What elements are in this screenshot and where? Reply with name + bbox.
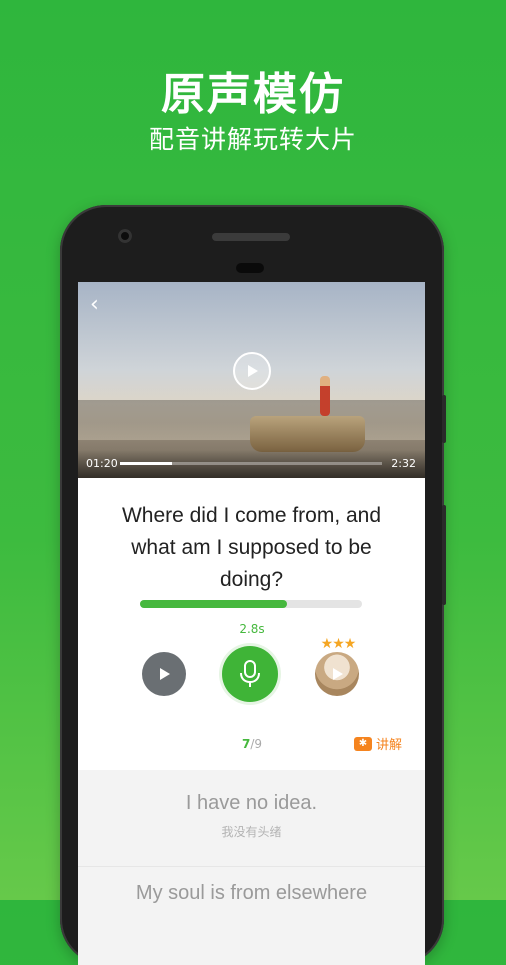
rating-stars: ★★★ [320, 636, 357, 652]
play-icon [333, 668, 343, 680]
earpiece [212, 233, 290, 241]
play-icon [248, 365, 258, 377]
back-chevron-icon[interactable]: ‹ [90, 292, 99, 317]
list-item[interactable]: My soul is from elsewhere [78, 882, 425, 905]
explain-label: 讲解 [376, 738, 403, 753]
video-scene-figure [320, 376, 330, 416]
video-player[interactable]: ‹ 01:20 2:32 [78, 282, 425, 478]
video-seek-fill [120, 462, 173, 465]
video-play-button[interactable] [233, 352, 271, 390]
record-progress-fill [140, 600, 287, 608]
record-duration: 2.8s [239, 622, 265, 636]
promo-title: 原声模仿 [161, 69, 345, 120]
play-icon [160, 668, 170, 680]
video-seek-bar[interactable] [120, 462, 382, 465]
list-item-english: I have no idea. [185, 792, 318, 814]
app-screen: ‹ 01:20 2:32 Where did I come from, and … [78, 282, 425, 965]
list-item[interactable]: I have no idea. 我没有头绪 [78, 792, 425, 840]
video-scene-rock [250, 416, 365, 452]
promo-subtitle: 配音讲解玩转大片 [148, 125, 357, 154]
power-button [442, 395, 446, 443]
volume-button [442, 505, 446, 605]
current-time: 01:20 [86, 457, 118, 470]
counter-total: /9 [250, 737, 263, 751]
play-my-recording-button[interactable] [315, 652, 359, 696]
sensor [236, 263, 264, 273]
phone-frame: ‹ 01:20 2:32 Where did I come from, and … [60, 205, 446, 965]
list-item-english: My soul is from elsewhere [135, 882, 368, 904]
explain-button[interactable]: ✱ 讲解 [354, 734, 402, 753]
camera [118, 229, 132, 243]
sentence-text: Where did I come from, and what am I sup… [121, 504, 382, 591]
play-original-button[interactable] [142, 652, 186, 696]
microphone-icon [240, 660, 260, 687]
list-divider [78, 866, 425, 867]
record-progress-bar [140, 600, 362, 608]
video-controls-bar: 01:20 2:32 [78, 450, 425, 478]
list-item-chinese: 我没有头绪 [221, 825, 282, 839]
record-button[interactable] [222, 646, 278, 702]
sentence-counter: 7/9 [228, 737, 276, 751]
total-time: 2:32 [391, 457, 416, 470]
sentence-list: I have no idea. 我没有头绪 My soul is from el… [78, 770, 425, 965]
chat-bubble-icon: ✱ [354, 736, 372, 751]
